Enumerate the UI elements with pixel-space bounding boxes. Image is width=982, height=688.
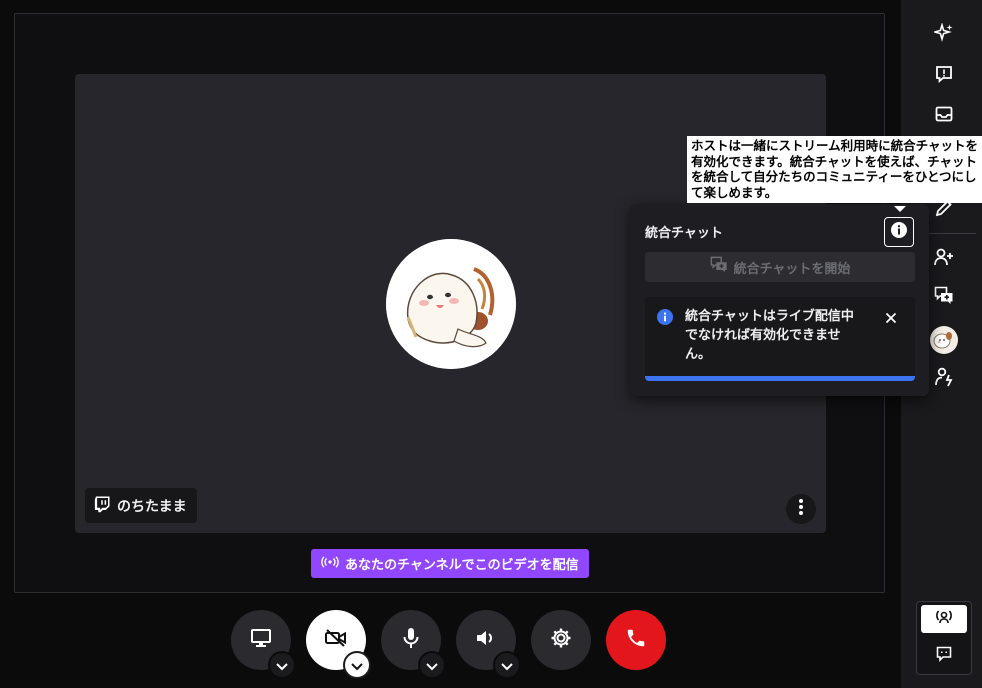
shared-chat-panel: 統合チャット 統合チャットを開始 統合チャットはライブ配信中でなければ有効化でき… — [630, 204, 929, 396]
tooltip-arrow — [894, 206, 906, 212]
microphone-options-button[interactable] — [418, 651, 446, 679]
chevron-down-icon — [501, 656, 513, 675]
speaker-icon — [475, 628, 497, 652]
sparkle-button[interactable] — [930, 21, 958, 49]
rail-divider — [922, 233, 976, 234]
settings-icon — [550, 627, 572, 653]
camera-off-icon — [324, 628, 348, 652]
chat-merge-icon — [710, 256, 728, 278]
alert-icon — [935, 65, 953, 87]
inbox-icon — [935, 106, 953, 126]
broadcast-icon — [321, 555, 339, 572]
broadcast-label: あなたのチャンネルでこのビデオを配信 — [345, 558, 579, 573]
tile-more-button[interactable] — [786, 494, 816, 524]
hang-up-icon — [625, 627, 647, 653]
screen-share-icon — [250, 628, 272, 652]
hang-up-button[interactable] — [606, 610, 666, 670]
stream-view-button[interactable] — [921, 605, 967, 633]
broadcast-to-channel-button[interactable]: あなたのチャンネルでこのビデオを配信 — [311, 549, 589, 578]
guest-star-button[interactable] — [930, 365, 958, 393]
notice-progress-bar — [645, 376, 915, 381]
sparkle-icon — [932, 22, 954, 47]
streamer-name-tag: のちたまま — [85, 488, 197, 523]
info-tooltip: ホストは一緒にストリーム利用時に統合チャットを有効化できます。統合チャットを使え… — [687, 136, 982, 203]
info-icon — [657, 309, 673, 329]
view-mode-dock — [916, 601, 972, 675]
screen-share-options-button[interactable] — [268, 651, 296, 679]
chat-icon — [936, 646, 952, 666]
streamer-avatar — [386, 239, 516, 369]
settings-button[interactable] — [531, 610, 591, 670]
start-shared-chat-label: 統合チャットを開始 — [733, 261, 851, 277]
alert-button[interactable] — [930, 62, 958, 90]
notice-banner: 統合チャットはライブ配信中でなければ有効化できません。 — [645, 297, 915, 381]
microphone-icon — [402, 627, 420, 653]
chevron-down-icon — [351, 656, 363, 675]
panel-title: 統合チャット — [645, 226, 723, 241]
chat-view-button[interactable] — [921, 642, 967, 670]
guest-star-icon — [934, 367, 954, 391]
streamer-name: のちたまま — [117, 498, 187, 515]
chevron-down-icon — [426, 656, 438, 675]
speaker-options-button[interactable] — [493, 651, 521, 679]
guest-avatar[interactable] — [930, 326, 958, 354]
notice-text: 統合チャットはライブ配信中でなければ有効化できません。 — [685, 309, 854, 362]
camera-options-button[interactable] — [343, 651, 371, 679]
add-user-button[interactable] — [930, 245, 958, 273]
more-vertical-icon — [799, 499, 803, 519]
start-shared-chat-button[interactable]: 統合チャットを開始 — [645, 252, 915, 282]
close-icon[interactable] — [885, 309, 897, 328]
info-icon — [890, 221, 908, 243]
chevron-down-icon — [276, 656, 288, 675]
info-button[interactable] — [884, 217, 914, 247]
inbox-button[interactable] — [930, 102, 958, 130]
add-user-icon — [934, 248, 954, 270]
chat-merge-icon — [934, 286, 954, 310]
twitch-logo-icon — [93, 495, 111, 517]
broadcast-user-icon — [934, 608, 954, 630]
shared-chat-button[interactable] — [930, 284, 958, 312]
